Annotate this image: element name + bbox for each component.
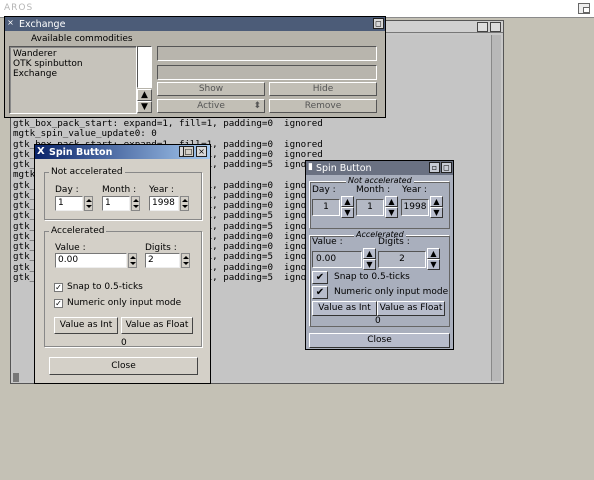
screen-title: AROS [4, 3, 34, 13]
value-as-int-button[interactable]: Value as Int [312, 301, 377, 316]
mui-spin-window: ▮ Spin Button ▫ ◻ Not accelerated Day : … [305, 160, 454, 350]
month-spin-input[interactable]: 1 [356, 199, 384, 216]
day-spin-arrows[interactable] [84, 196, 93, 211]
numeric-label: Numeric only input mode [67, 298, 182, 308]
day-spin-input[interactable]: 1 [55, 196, 83, 211]
list-item[interactable]: Exchange [13, 69, 57, 79]
year-down-arrow[interactable]: ▼ [430, 207, 443, 218]
cycle-icon: ⬍ [253, 101, 261, 111]
year-spin-input[interactable]: 1998 [401, 199, 429, 216]
scroll-up-arrow[interactable]: ▲ [137, 89, 152, 101]
value-spin-arrows[interactable] [128, 253, 137, 268]
hide-button[interactable]: Hide [269, 82, 377, 96]
snap-checkbox[interactable]: ✓ [54, 283, 63, 292]
month-down-arrow[interactable]: ▼ [385, 207, 398, 218]
digits-spin-input[interactable]: 2 [378, 251, 426, 268]
terminal-line: mgtk_spin_value_update0: 0 [13, 128, 157, 140]
zoom-icon[interactable]: ▫ [429, 162, 440, 173]
value-as-int-button[interactable]: Value as Int [54, 317, 118, 334]
value-up-arrow[interactable]: ▲ [363, 248, 376, 259]
result-value: 0 [375, 316, 381, 326]
numeric-checkbox[interactable]: ✓ [54, 299, 63, 308]
month-spin-arrows[interactable] [131, 196, 140, 211]
day-down-arrow[interactable]: ▼ [341, 207, 354, 218]
day-spin-input[interactable]: 1 [312, 199, 340, 216]
value-label: Value : [55, 243, 86, 253]
month-up-arrow[interactable]: ▲ [385, 196, 398, 207]
maximize-icon[interactable]: □ [183, 146, 194, 157]
digits-label: Digits : [145, 243, 177, 253]
gtk-title-bar[interactable]: X Spin Button _ □ × [35, 145, 210, 159]
digits-label: Digits : [378, 237, 410, 247]
remove-button[interactable]: Remove [269, 99, 377, 113]
exchange-title: Exchange [19, 18, 66, 30]
mui-title-bar[interactable]: ▮ Spin Button ▫ ◻ [306, 161, 453, 175]
close-icon[interactable]: × [6, 18, 15, 29]
day-up-arrow[interactable]: ▲ [341, 196, 354, 207]
gtk-title: Spin Button [49, 146, 113, 158]
result-value: 0 [121, 338, 127, 348]
terminal-scrollbar[interactable] [491, 35, 501, 381]
frame-title: Not accelerated [49, 167, 125, 177]
cycle-value: Active [197, 101, 225, 111]
x-logo-icon: X [37, 146, 45, 157]
info-field-2 [157, 65, 377, 80]
value-label: Value : [312, 237, 343, 247]
info-field-1 [157, 46, 377, 61]
digits-spin-arrows[interactable] [181, 253, 190, 268]
close-icon[interactable]: ▮ [308, 162, 313, 172]
value-spin-input[interactable]: 0.00 [312, 251, 362, 268]
status-cycle[interactable]: Active ⬍ [157, 99, 265, 113]
close-icon[interactable]: × [196, 146, 207, 157]
list-scrollbar[interactable] [137, 46, 152, 88]
group-title: Not accelerated [346, 176, 414, 185]
commodities-list[interactable]: Wanderer OTK spinbutton Exchange [9, 46, 137, 114]
depth-icon[interactable]: ◻ [441, 162, 452, 173]
day-label: Day : [55, 185, 79, 195]
year-up-arrow[interactable]: ▲ [430, 196, 443, 207]
screen-depth-gadget[interactable] [578, 3, 590, 14]
digits-up-arrow[interactable]: ▲ [427, 248, 440, 259]
year-label: Year : [402, 185, 427, 195]
snap-label: Snap to 0.5-ticks [67, 282, 143, 292]
scroll-down-arrow[interactable]: ▼ [137, 101, 152, 113]
gtk-spin-window: X Spin Button _ □ × Not accelerated Day … [34, 144, 211, 384]
exchange-window: × Exchange ◻ Available commodities Wande… [4, 16, 386, 118]
value-as-float-button[interactable]: Value as Float [121, 317, 193, 334]
year-label: Year : [149, 185, 174, 195]
value-as-float-button[interactable]: Value as Float [377, 301, 445, 316]
list-item[interactable]: OTK spinbutton [13, 59, 83, 69]
year-spin-input[interactable]: 1998 [149, 196, 179, 211]
numeric-checkmark[interactable]: ✔ [312, 286, 328, 299]
value-down-arrow[interactable]: ▼ [363, 259, 376, 270]
value-spin-input[interactable]: 0.00 [55, 253, 127, 268]
exchange-title-bar[interactable]: × Exchange ◻ [5, 17, 385, 31]
terminal-cursor [13, 373, 19, 382]
commodities-label: Available commodities [31, 34, 133, 44]
exchange-depth-gadget[interactable]: ◻ [373, 18, 384, 29]
digits-down-arrow[interactable]: ▼ [427, 259, 440, 270]
year-spin-arrows[interactable] [180, 196, 189, 211]
month-spin-input[interactable]: 1 [102, 196, 130, 211]
close-button[interactable]: Close [49, 357, 198, 375]
digits-spin-input[interactable]: 2 [145, 253, 180, 268]
snap-label: Snap to 0.5-ticks [334, 272, 410, 282]
list-item[interactable]: Wanderer [13, 49, 57, 59]
shell-zoom-gadget[interactable] [477, 22, 488, 32]
month-label: Month : [102, 185, 137, 195]
close-button[interactable]: Close [309, 333, 450, 348]
day-label: Day : [312, 185, 336, 195]
numeric-label: Numeric only input mode [334, 287, 449, 297]
mui-title: Spin Button [316, 162, 372, 174]
show-button[interactable]: Show [157, 82, 265, 96]
month-label: Month : [356, 185, 391, 195]
frame-title: Accelerated [49, 226, 107, 236]
snap-checkmark[interactable]: ✔ [312, 271, 328, 284]
shell-depth-gadget[interactable] [490, 22, 501, 32]
